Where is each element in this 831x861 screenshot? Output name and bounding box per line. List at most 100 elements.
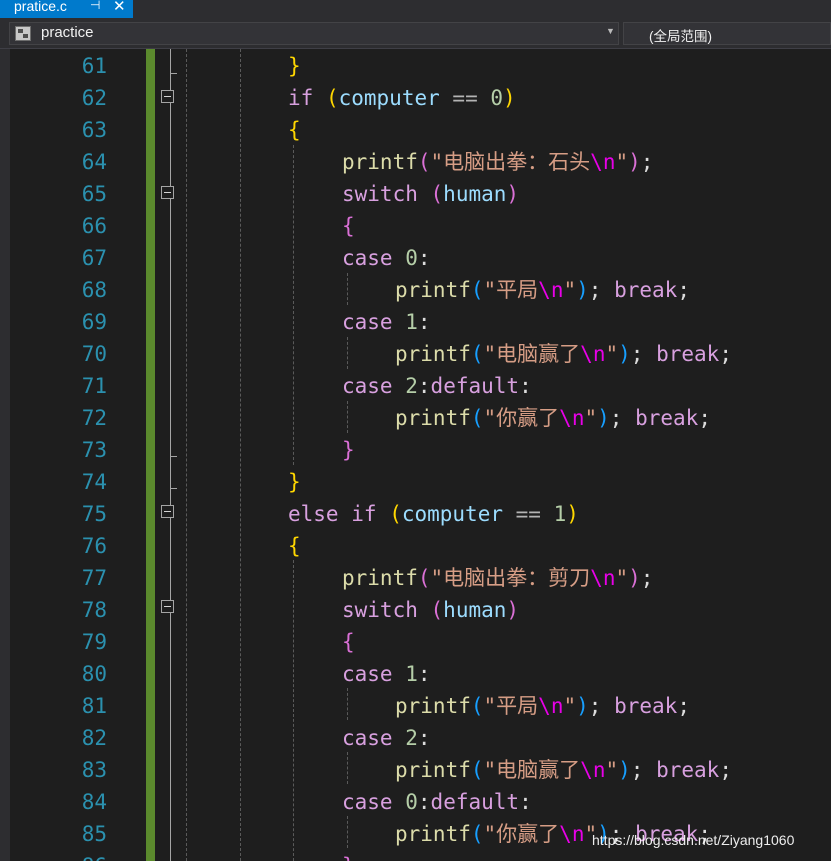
string-end: " — [615, 150, 629, 174]
function-name: printf — [395, 342, 471, 366]
chevron-down-icon: ▼ — [606, 26, 615, 36]
selection-margin — [0, 49, 10, 861]
code-line: case 1: — [342, 306, 431, 338]
number: 2 — [405, 374, 418, 398]
project-dropdown[interactable]: practice ▼ — [9, 22, 619, 45]
paren: ) — [628, 150, 641, 174]
escape: \n — [590, 150, 616, 174]
outline-tick — [170, 456, 177, 457]
keyword: if — [351, 502, 377, 526]
close-icon[interactable]: ✕ — [113, 0, 126, 15]
outline-tick — [170, 488, 177, 489]
collapse-icon[interactable] — [161, 90, 174, 103]
code-line: { — [342, 626, 355, 658]
escape: \n — [538, 694, 564, 718]
number: 2 — [405, 726, 418, 750]
colon: : — [519, 790, 532, 814]
indent-guide — [186, 49, 187, 861]
paren: ) — [576, 694, 589, 718]
escape: \n — [559, 406, 585, 430]
scope-dropdown[interactable]: (全局范围) — [623, 22, 831, 45]
paren: ) — [597, 406, 610, 430]
brace: } — [288, 54, 301, 78]
string-end: " — [605, 758, 619, 782]
code-line: switch (human) — [342, 594, 519, 626]
function-name: printf — [395, 406, 471, 430]
colon: : — [417, 246, 431, 270]
collapse-icon[interactable] — [161, 186, 174, 199]
indent-guide — [347, 401, 348, 433]
colon: : — [417, 662, 431, 686]
collapse-icon[interactable] — [161, 505, 174, 518]
indent-guide — [347, 752, 348, 784]
pin-icon[interactable]: ⊣ — [90, 0, 100, 12]
line-number: 84 — [81, 790, 107, 814]
code-line: if (computer == 0) — [288, 82, 516, 114]
code-line: case 0: — [342, 242, 431, 274]
line-number: 74 — [81, 470, 107, 494]
semicolon: ; — [719, 342, 732, 366]
paren: ( — [470, 278, 484, 302]
line-number: 64 — [81, 150, 107, 174]
code-line: { — [288, 114, 301, 146]
line-number: 62 — [81, 86, 107, 110]
string-end: " — [584, 406, 598, 430]
paren: ) — [506, 598, 520, 622]
tab-pratice-c[interactable]: pratice.c ⊣ ✕ — [0, 0, 133, 18]
collapse-icon[interactable] — [161, 600, 174, 613]
indent-guide — [347, 273, 348, 305]
watermark: https://blog.csdn.net/Ziyang1060 — [592, 832, 795, 848]
paren: ) — [628, 566, 641, 590]
code-line: } — [288, 466, 301, 498]
project-name: practice — [41, 24, 94, 41]
variable: human — [443, 598, 507, 622]
change-tracking-bar — [146, 49, 155, 861]
paren: ) — [618, 342, 631, 366]
colon: : — [519, 374, 532, 398]
escape: \n — [580, 758, 606, 782]
semicolon: ; — [630, 342, 644, 366]
paren: ( — [430, 598, 444, 622]
line-number: 83 — [81, 758, 107, 782]
colon: : — [417, 310, 431, 334]
paren: ( — [325, 86, 339, 110]
outline-line — [170, 49, 171, 861]
function-name: printf — [395, 758, 471, 782]
code-line: case 2: — [342, 722, 431, 754]
indent-guide — [347, 816, 348, 848]
semicolon: ; — [630, 758, 644, 782]
code-line: { — [288, 530, 301, 562]
brace: { — [342, 214, 355, 238]
code-line: } — [288, 50, 301, 82]
paren: ) — [506, 182, 520, 206]
line-number: 71 — [81, 374, 107, 398]
code-line: printf("平局\n"); break; — [395, 274, 690, 306]
operator: == — [452, 86, 478, 110]
code-line: { — [342, 210, 355, 242]
escape: \n — [538, 278, 564, 302]
line-number: 65 — [81, 182, 107, 206]
code-line: } — [342, 434, 355, 466]
escape: \n — [559, 822, 585, 846]
string: "平局 — [483, 694, 539, 718]
variable: computer — [401, 502, 503, 526]
string: "你赢了 — [483, 822, 560, 846]
indent-guide — [293, 560, 294, 861]
string-end: " — [605, 342, 619, 366]
line-number: 66 — [81, 214, 107, 238]
code-line: case 1: — [342, 658, 431, 690]
brace: { — [342, 630, 355, 654]
function-name: printf — [395, 822, 471, 846]
keyword: case — [342, 662, 393, 686]
paren: ) — [576, 278, 589, 302]
code-editor[interactable]: 61 62 63 64 65 66 67 68 69 70 71 72 73 7… — [0, 49, 831, 861]
code-line: printf("平局\n"); break; — [395, 690, 690, 722]
line-number: 73 — [81, 438, 107, 462]
number: 1 — [405, 662, 418, 686]
escape: \n — [580, 342, 606, 366]
line-number: 82 — [81, 726, 107, 750]
colon: : — [417, 374, 431, 398]
brace: { — [288, 534, 301, 558]
keyword: if — [288, 86, 314, 110]
number: 0 — [405, 246, 418, 270]
